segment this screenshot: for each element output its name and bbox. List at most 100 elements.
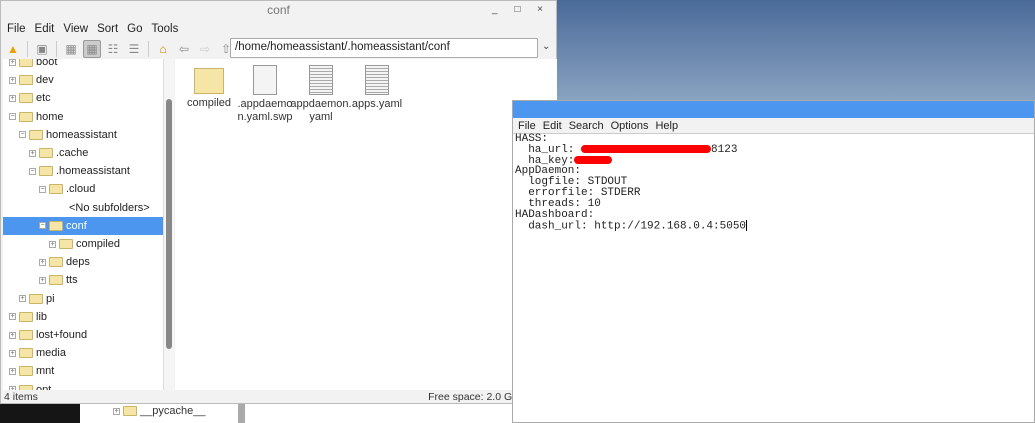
forward-icon[interactable]: ⇨ bbox=[196, 40, 214, 58]
tree-item-label: media bbox=[36, 347, 66, 360]
sidepane-toggle-icon[interactable]: ▣ bbox=[33, 40, 51, 58]
expand-icon[interactable]: + bbox=[29, 149, 36, 157]
menu-bar: File Edit View Sort Go Tools bbox=[1, 19, 556, 38]
tree-item[interactable]: + dev bbox=[3, 71, 163, 89]
menu-tools[interactable]: Tools bbox=[152, 23, 179, 35]
title-bar[interactable] bbox=[513, 101, 1034, 118]
menu-help[interactable]: Help bbox=[655, 120, 678, 132]
tree-item-label: mnt bbox=[36, 365, 55, 378]
title-bar[interactable]: conf _ □ × bbox=[1, 1, 556, 19]
tree-item-label: <No subfolders> bbox=[69, 201, 150, 214]
chevron-down-icon[interactable]: ⌄ bbox=[542, 41, 550, 52]
tree-scrollbar[interactable] bbox=[163, 59, 174, 390]
tree-item[interactable]: + lost+found bbox=[3, 326, 163, 344]
file-manager-window: conf _ □ × File Edit View Sort Go Tools ▲ ▣ ▦ … bbox=[0, 0, 557, 404]
tree-item[interactable]: + etc bbox=[3, 89, 163, 107]
collapse-icon[interactable]: − bbox=[39, 222, 46, 230]
back-icon[interactable]: ⇦ bbox=[175, 40, 193, 58]
expand-icon[interactable]: + bbox=[9, 331, 16, 339]
tree-item-pycache[interactable]: + __pycache__ bbox=[113, 405, 205, 417]
collapse-icon[interactable]: − bbox=[29, 167, 36, 175]
home-icon[interactable]: ⌂ bbox=[154, 40, 172, 58]
text-line: dash_url: http://192.168.0.4:5050 bbox=[515, 220, 1032, 232]
tree-item[interactable]: + lib bbox=[3, 308, 163, 326]
view-compact-icon[interactable]: ☷ bbox=[104, 40, 122, 58]
expand-icon[interactable]: + bbox=[9, 349, 16, 357]
folder-icon bbox=[49, 220, 63, 231]
expand-icon[interactable]: + bbox=[9, 94, 16, 102]
expand-icon[interactable]: + bbox=[9, 59, 16, 66]
expand-icon[interactable]: + bbox=[39, 276, 46, 284]
tree-item[interactable]: + opt bbox=[3, 381, 163, 390]
folder-icon bbox=[49, 257, 63, 268]
tree-item-label: dev bbox=[36, 74, 54, 87]
menu-options[interactable]: Options bbox=[611, 120, 649, 132]
menu-edit[interactable]: Edit bbox=[543, 120, 562, 132]
expand-icon[interactable]: + bbox=[9, 313, 16, 321]
tree-item[interactable]: − .homeassistant bbox=[3, 162, 163, 180]
view-thumbnails-icon[interactable]: ▦ bbox=[83, 40, 101, 58]
tree-item[interactable]: − home bbox=[3, 108, 163, 126]
tree-item[interactable]: + .cache bbox=[3, 144, 163, 162]
expand-icon[interactable]: + bbox=[39, 258, 46, 266]
status-bar: 4 items Free space: 2.0 GiB (Total: bbox=[1, 390, 556, 404]
tree-item[interactable]: + media bbox=[3, 344, 163, 362]
text-line: ha_url: 8123 bbox=[515, 144, 1032, 156]
tree-item[interactable]: + tts bbox=[3, 271, 163, 289]
tree-item-label: .cache bbox=[56, 147, 89, 159]
tree-item[interactable]: <No subfolders> bbox=[3, 199, 163, 217]
tree-item-label: etc bbox=[36, 92, 51, 105]
tree-item[interactable]: + deps bbox=[3, 253, 163, 271]
menu-sort[interactable]: Sort bbox=[97, 23, 118, 35]
tree-item[interactable]: − .cloud bbox=[3, 180, 163, 198]
menu-file[interactable]: File bbox=[7, 23, 26, 35]
tree-item[interactable]: + boot bbox=[3, 59, 163, 71]
tree-item-label: lib bbox=[36, 310, 48, 323]
tree-item-label: __pycache__ bbox=[140, 405, 206, 417]
item-count: 4 items bbox=[4, 391, 38, 403]
warning-icon[interactable]: ▲ bbox=[4, 40, 22, 58]
expand-icon[interactable]: + bbox=[9, 76, 16, 84]
tree-item-label: home bbox=[36, 110, 64, 123]
expand-icon[interactable]: + bbox=[9, 367, 16, 375]
tree-item[interactable]: − homeassistant bbox=[3, 126, 163, 144]
folder-icon bbox=[19, 330, 33, 340]
file-name: .appdaemon.yaml.swp bbox=[237, 98, 293, 123]
expand-icon[interactable]: + bbox=[49, 240, 56, 248]
view-list-icon[interactable]: ☰ bbox=[125, 40, 143, 58]
menu-go[interactable]: Go bbox=[127, 23, 142, 35]
tree-item[interactable]: + mnt bbox=[3, 362, 163, 380]
divider bbox=[56, 41, 57, 57]
folder-icon bbox=[49, 184, 63, 195]
menu-edit[interactable]: Edit bbox=[35, 23, 55, 35]
menu-search[interactable]: Search bbox=[569, 120, 604, 132]
tree-item[interactable]: + compiled bbox=[3, 235, 163, 253]
expand-icon[interactable]: + bbox=[19, 295, 26, 303]
file-item[interactable]: compiled bbox=[177, 65, 241, 110]
text-line: threads: 10 bbox=[515, 197, 601, 210]
tree-item-label: conf bbox=[66, 219, 87, 232]
file-item[interactable]: appdaemon.yaml bbox=[289, 65, 353, 124]
scrollbar-thumb[interactable] bbox=[166, 99, 172, 349]
folder-icon bbox=[19, 311, 33, 322]
scrollbar[interactable] bbox=[238, 403, 245, 423]
collapse-icon[interactable]: − bbox=[39, 185, 46, 193]
tree-item-label: pi bbox=[46, 292, 55, 305]
file-item[interactable]: apps.yaml bbox=[345, 65, 409, 111]
collapse-icon[interactable]: − bbox=[9, 113, 16, 121]
folder-icon bbox=[29, 129, 43, 140]
file-icon bbox=[309, 65, 333, 95]
path-input[interactable]: /home/homeassistant/.homeassistant/conf bbox=[230, 38, 538, 58]
folder-icon bbox=[19, 366, 33, 377]
collapse-icon[interactable]: − bbox=[19, 131, 26, 139]
window-controls[interactable]: _ □ × bbox=[492, 1, 550, 19]
folder-icon bbox=[19, 59, 33, 67]
view-icons-icon[interactable]: ▦ bbox=[62, 40, 80, 58]
tree-item[interactable]: − conf bbox=[3, 216, 163, 235]
file-item[interactable]: .appdaemon.yaml.swp bbox=[233, 65, 297, 124]
tree-item-label: deps bbox=[66, 256, 90, 269]
editor-text-area[interactable]: HASS: ha_url: 8123 ha_key: AppDaemon: log… bbox=[513, 134, 1034, 233]
menu-view[interactable]: View bbox=[63, 23, 88, 35]
menu-file[interactable]: File bbox=[518, 120, 536, 132]
tree-item[interactable]: + pi bbox=[3, 290, 163, 308]
